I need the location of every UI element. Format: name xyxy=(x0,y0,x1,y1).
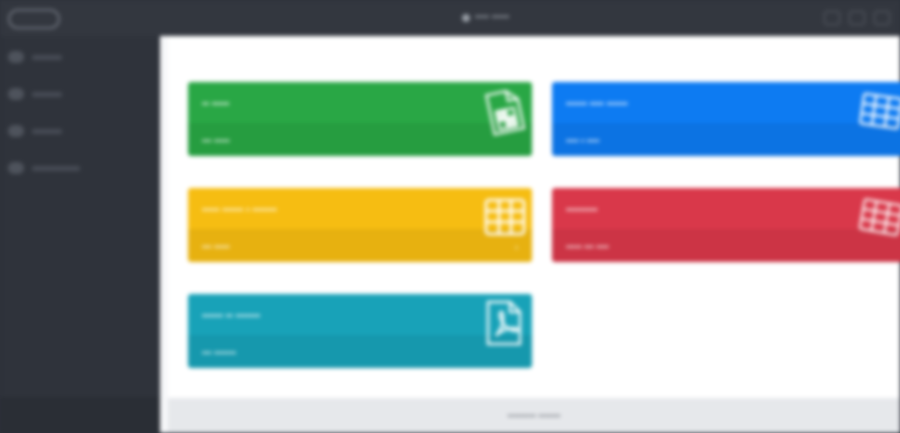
notifications-icon[interactable] xyxy=(824,11,840,25)
sidebar-item-1[interactable] xyxy=(8,51,62,63)
sidebar-item-label xyxy=(32,128,62,134)
table-icon xyxy=(859,92,900,130)
main-content: •• ••••• ••• ••••• •••••• •••• •••••• ••… xyxy=(160,36,900,433)
top-actions xyxy=(824,11,890,25)
report-card-teal[interactable]: •••••• •• ••••••• ••• ••••••• xyxy=(188,294,532,368)
app-window: •••• ••••• •• ••••• ••• ••••• •••••• •••… xyxy=(0,0,900,433)
card-footer-text: •••• • •••• xyxy=(566,136,600,146)
folder-icon xyxy=(8,88,24,100)
sidebar-item-label xyxy=(32,54,62,60)
sidebar-item-2[interactable] xyxy=(8,88,62,100)
card-footer-text: ••• ••••••• xyxy=(202,348,237,358)
sidebar-footer xyxy=(0,397,160,433)
page-footer: ••••••••• ••••••• xyxy=(168,398,900,433)
card-title: •••••• •••• •••••• xyxy=(566,99,628,110)
sidebar-item-label xyxy=(32,165,80,171)
sidebar-item-label xyxy=(32,91,62,97)
report-card-blue[interactable]: •••••• •••• •••••• •••• • •••• xyxy=(552,82,900,156)
card-title: ••••••••• xyxy=(566,205,598,216)
report-card-yellow[interactable]: ••••• •••••• • ••••••• ••• ••••• › xyxy=(188,188,532,262)
sidebar-item-4[interactable] xyxy=(8,162,80,174)
chart-icon xyxy=(8,125,24,137)
chevron-right-icon: › xyxy=(515,242,518,252)
app-logo[interactable] xyxy=(8,9,60,29)
dashboard-icon xyxy=(8,51,24,63)
report-card-red[interactable]: ••••••••• ••••• ••• •••• xyxy=(552,188,900,262)
card-footer-text: ••• ••••• xyxy=(202,136,230,146)
app-title: •••• ••••• xyxy=(462,12,509,23)
table-icon xyxy=(858,198,900,237)
sidebar xyxy=(0,36,160,433)
settings-icon xyxy=(8,162,24,174)
card-footer[interactable]: ••••• ••• •••• xyxy=(552,230,900,262)
card-footer-text: ••• ••••• xyxy=(202,242,230,252)
top-bar: •••• ••••• xyxy=(0,0,900,36)
report-card-green[interactable]: •• ••••• ••• ••••• xyxy=(188,82,532,156)
sidebar-item-3[interactable] xyxy=(8,125,62,137)
spreadsheet-file-icon xyxy=(484,89,526,136)
footer-text: ••••••••• ••••••• xyxy=(507,410,561,421)
card-footer-text: ••••• ••• •••• xyxy=(566,242,609,252)
table-icon xyxy=(484,198,526,236)
app-title-text: •••• ••••• xyxy=(475,12,510,23)
user-menu-icon[interactable] xyxy=(874,11,890,25)
pdf-file-icon xyxy=(486,300,522,346)
messages-icon[interactable] xyxy=(849,11,865,25)
app-title-dot-icon xyxy=(462,13,470,22)
card-footer[interactable]: •••• • •••• xyxy=(552,124,900,156)
reports-panel: •• ••••• ••• ••••• •••••• •••• •••••• ••… xyxy=(168,36,900,398)
